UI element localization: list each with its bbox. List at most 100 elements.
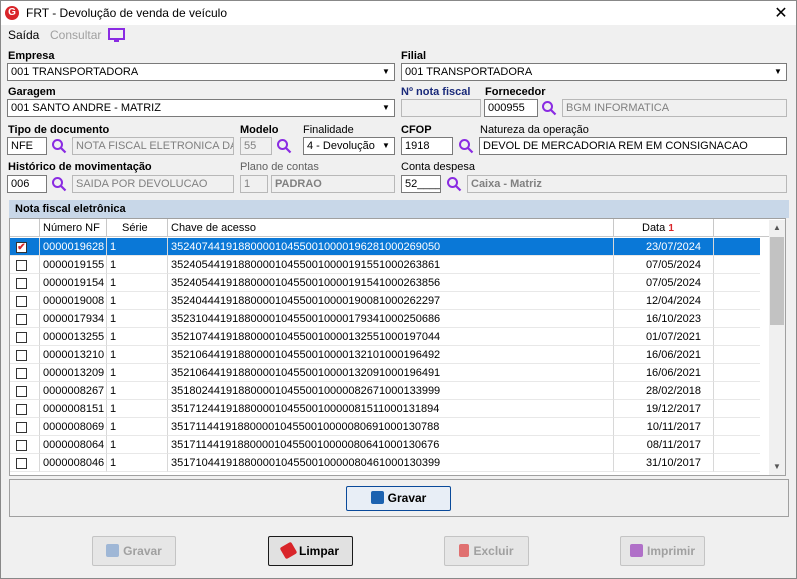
filial-select[interactable]: 001 TRANSPORTADORA ▼ — [401, 63, 787, 81]
row-checkbox[interactable] — [16, 458, 27, 469]
imprimir-button[interactable]: Imprimir — [620, 536, 705, 566]
table-row[interactable]: 0000008069 1 35171144191880000104550010000… — [10, 418, 760, 436]
tipo-documento-code-input[interactable]: NFE — [7, 137, 47, 155]
col-data-header[interactable]: Data 1 — [614, 219, 714, 237]
chevron-down-icon[interactable]: ▼ — [378, 64, 394, 80]
cell-check[interactable] — [10, 436, 40, 454]
cell-chave: 3517124419188000010455001000008151100013… — [168, 400, 614, 418]
chevron-down-icon[interactable]: ▼ — [378, 100, 394, 116]
monitor-icon[interactable] — [108, 28, 125, 46]
col-serie-header[interactable]: Série — [107, 219, 168, 237]
limpar-button[interactable]: Limpar — [268, 536, 353, 566]
close-icon[interactable]: ✕ — [772, 3, 790, 23]
cell-chave: 3521064419188000010455001000013209100019… — [168, 364, 614, 382]
chevron-down-icon[interactable]: ▼ — [378, 138, 394, 154]
cell-filler — [714, 292, 760, 310]
chevron-down-icon[interactable]: ▼ — [770, 64, 786, 80]
finalidade-select[interactable]: 4 - Devolução ▼ — [303, 137, 395, 155]
search-icon[interactable] — [276, 138, 292, 154]
col-numero-header[interactable]: Número NF — [40, 219, 107, 237]
table-row[interactable]: 0000019155 1 35240544191880000104550010000… — [10, 256, 760, 274]
row-checkbox[interactable] — [16, 440, 27, 451]
cell-numero: 0000013255 — [40, 328, 107, 346]
search-icon[interactable] — [541, 100, 557, 116]
grid-scrollbar[interactable]: ▲ ▼ — [769, 220, 785, 475]
garagem-select[interactable]: 001 SANTO ANDRE - MATRIZ ▼ — [7, 99, 395, 117]
modelo-field: 55 — [240, 137, 272, 155]
menu-consultar[interactable]: Consultar — [50, 28, 101, 42]
scroll-thumb[interactable] — [770, 237, 784, 325]
menu-saida[interactable]: Saída — [8, 28, 39, 42]
natureza-field[interactable]: DEVOL DE MERCADORIA REM EM CONSIGNACAO — [479, 137, 787, 155]
search-icon[interactable] — [51, 176, 67, 192]
search-icon[interactable] — [51, 138, 67, 154]
cell-check[interactable] — [10, 274, 40, 292]
col-chave-header[interactable]: Chave de acesso — [168, 219, 614, 237]
table-row[interactable]: 0000008267 1 35180244191880000104550010000… — [10, 382, 760, 400]
cell-check[interactable] — [10, 364, 40, 382]
nota-fiscal-label: Nº nota fiscal — [401, 86, 471, 98]
conta-despesa-code-input[interactable]: 52____ — [401, 175, 441, 193]
cell-data: 01/07/2021 — [614, 328, 714, 346]
grid-group-title: Nota fiscal eletrônica — [9, 200, 789, 218]
scroll-up-icon[interactable]: ▲ — [769, 220, 785, 236]
cell-check[interactable] — [10, 400, 40, 418]
cfop-input[interactable]: 1918 — [401, 137, 453, 155]
row-checkbox[interactable] — [16, 332, 27, 343]
excluir-button[interactable]: Excluir — [444, 536, 529, 566]
fornecedor-code-input[interactable]: 000955 — [484, 99, 538, 117]
table-row[interactable]: 0000013255 1 35210744191880000104550010000… — [10, 328, 760, 346]
row-checkbox[interactable] — [16, 368, 27, 379]
table-row[interactable]: 0000019008 1 35240444191880000104550010000… — [10, 292, 760, 310]
gravar-label: Gravar — [123, 544, 162, 558]
row-checkbox[interactable] — [16, 386, 27, 397]
row-checkbox[interactable] — [16, 350, 27, 361]
nota-fiscal-input[interactable] — [401, 99, 481, 117]
cell-check[interactable] — [10, 256, 40, 274]
cell-check[interactable] — [10, 382, 40, 400]
row-checkbox[interactable] — [16, 296, 27, 307]
cell-check[interactable] — [10, 454, 40, 472]
row-checkbox[interactable] — [16, 278, 27, 289]
cell-check[interactable] — [10, 292, 40, 310]
table-row[interactable]: 0000017934 1 35231044191880000104550010000… — [10, 310, 760, 328]
table-row[interactable]: 0000013209 1 35210644191880000104550010000… — [10, 364, 760, 382]
cell-check[interactable]: ✔ — [10, 238, 40, 256]
cell-chave: 3524044419188000010455001000019008100026… — [168, 292, 614, 310]
gravar-button[interactable]: Gravar — [92, 536, 176, 566]
row-checkbox[interactable] — [16, 404, 27, 415]
cell-numero: 0000019628 — [40, 238, 107, 256]
cell-check[interactable] — [10, 310, 40, 328]
cell-data: 19/12/2017 — [614, 400, 714, 418]
col-check-header[interactable] — [10, 219, 40, 237]
historico-code-input[interactable]: 006 — [7, 175, 47, 193]
empresa-select[interactable]: 001 TRANSPORTADORA ▼ — [7, 63, 395, 81]
row-checkbox[interactable]: ✔ — [16, 242, 27, 253]
cell-filler — [714, 310, 760, 328]
cell-numero: 0000013209 — [40, 364, 107, 382]
cell-chave: 3521064419188000010455001000013210100019… — [168, 346, 614, 364]
cell-filler — [714, 274, 760, 292]
table-row[interactable]: 0000013210 1 35210644191880000104550010000… — [10, 346, 760, 364]
cell-chave: 3521074419188000010455001000013255100019… — [168, 328, 614, 346]
cell-check[interactable] — [10, 418, 40, 436]
cell-filler — [714, 328, 760, 346]
table-row[interactable]: 0000008046 1 35171044191880000104550010000… — [10, 454, 760, 472]
cell-filler — [714, 418, 760, 436]
printer-icon — [629, 544, 643, 557]
cell-check[interactable] — [10, 346, 40, 364]
table-row[interactable]: 0000008064 1 35171144191880000104550010000… — [10, 436, 760, 454]
table-row[interactable]: 0000008151 1 35171244191880000104550010000… — [10, 400, 760, 418]
row-checkbox[interactable] — [16, 260, 27, 271]
row-checkbox[interactable] — [16, 422, 27, 433]
gravar-grid-button[interactable]: Gravar — [346, 486, 451, 511]
table-row[interactable]: 0000019154 1 35240544191880000104550010000… — [10, 274, 760, 292]
natureza-label: Natureza da operação — [480, 124, 589, 136]
search-icon[interactable] — [446, 176, 462, 192]
search-icon[interactable] — [458, 138, 474, 154]
row-checkbox[interactable] — [16, 314, 27, 325]
cell-numero: 0000008046 — [40, 454, 107, 472]
table-row[interactable]: ✔ 0000019628 1 3524074419188000010455001000… — [10, 238, 760, 256]
scroll-down-icon[interactable]: ▼ — [769, 459, 785, 475]
cell-check[interactable] — [10, 328, 40, 346]
